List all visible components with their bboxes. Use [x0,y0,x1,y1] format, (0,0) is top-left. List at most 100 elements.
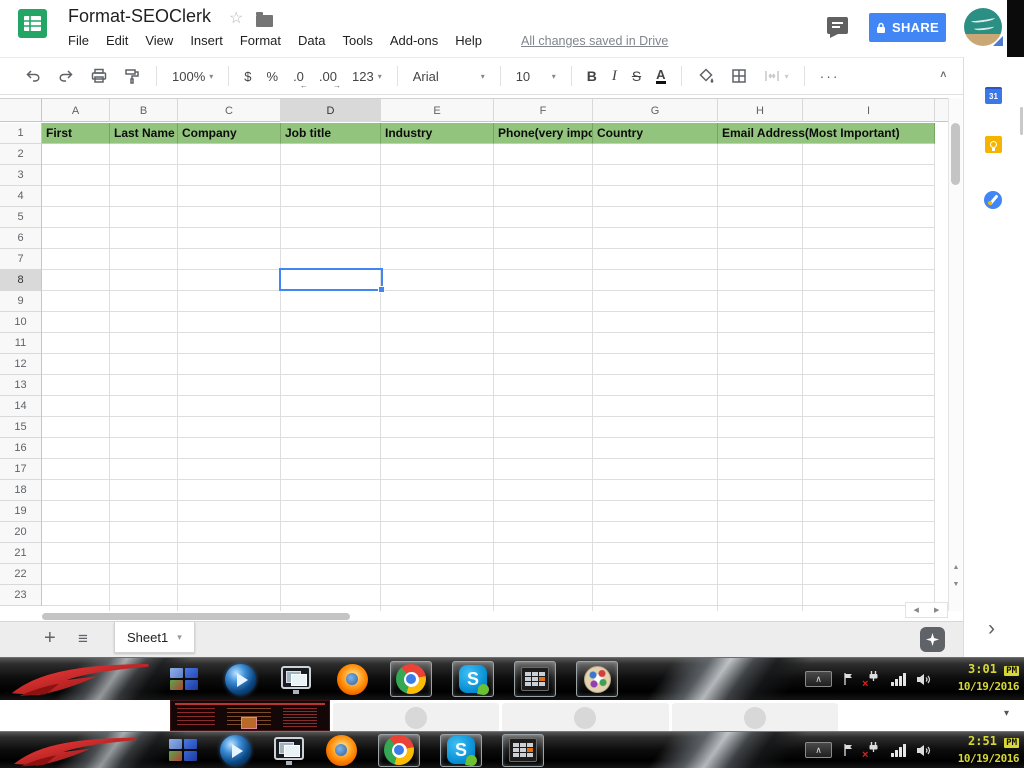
calendar-icon[interactable]: 31 [985,87,1002,104]
saved-status-link[interactable]: All changes saved in Drive [521,34,668,48]
menu-insert[interactable]: Insert [190,33,223,48]
chrome-taskbar-icon[interactable] [390,661,432,697]
calculator-taskbar-icon[interactable] [514,661,556,697]
row-header-10[interactable]: 10 [0,312,41,333]
scroll-right-button[interactable]: ▶ [927,603,948,617]
italic-button[interactable]: I [612,68,617,85]
signal-strength-icon[interactable] [891,673,906,686]
sidebar-scrollbar[interactable] [1020,107,1023,135]
header-cell-G[interactable]: Country [593,123,718,144]
row-header-7[interactable]: 7 [0,249,41,270]
contact-card[interactable] [672,703,838,731]
document-title[interactable]: Format-SEOClerk [68,6,211,27]
action-center-flag-icon[interactable] [842,743,855,757]
displays-taskbar-icon[interactable] [278,661,314,697]
menu-edit[interactable]: Edit [106,33,128,48]
font-size-select[interactable]: 10▾ [516,69,556,84]
undo-button[interactable] [24,67,42,85]
paint-format-button[interactable] [123,67,141,85]
font-family-select[interactable]: Arial▾ [413,69,485,84]
firefox-taskbar-icon[interactable] [325,734,358,767]
collapse-toolbar-button[interactable]: ∧ [939,68,948,79]
redo-button[interactable] [57,67,75,85]
start-taskbar-icon[interactable] [166,661,202,697]
keep-icon[interactable] [985,136,1002,153]
row-header-14[interactable]: 14 [0,396,41,417]
menu-addons[interactable]: Add-ons [390,33,438,48]
row-header-1[interactable]: 1 [0,123,41,144]
skype-taskbar-icon[interactable]: S [440,734,482,767]
column-header-F[interactable]: F [494,99,593,122]
volume-icon[interactable] [916,744,932,757]
strip-dropdown-icon[interactable]: ▾ [1004,708,1009,719]
horizontal-scrollbar[interactable] [0,611,948,621]
palette-taskbar-icon[interactable] [576,661,618,697]
row-header-15[interactable]: 15 [0,417,41,438]
column-header-C[interactable]: C [178,99,281,122]
merge-cells-button[interactable]: ▾ [763,67,789,85]
scroll-left-button[interactable]: ◀ [906,603,927,617]
tray-expand-button[interactable]: ∧ [805,742,832,758]
scroll-up-button[interactable]: ▲ [949,560,963,575]
row-header-17[interactable]: 17 [0,459,41,480]
tray-expand-button[interactable]: ∧ [805,671,832,687]
tasks-icon[interactable] [984,191,1002,209]
header-cell-A[interactable]: First [42,123,110,144]
vertical-scrollbar[interactable]: ▲ ▼ [948,98,962,611]
borders-button[interactable] [730,67,748,85]
number-format-button[interactable]: 123▾ [352,69,382,84]
header-cell-F[interactable]: Phone(very important) [494,123,593,144]
fill-color-button[interactable] [697,67,715,85]
menu-data[interactable]: Data [298,33,325,48]
row-header-6[interactable]: 6 [0,228,41,249]
text-color-button[interactable]: A [656,68,665,84]
row-header-20[interactable]: 20 [0,522,41,543]
column-header-H[interactable]: H [718,99,803,122]
row-header-12[interactable]: 12 [0,354,41,375]
row-header-5[interactable]: 5 [0,207,41,228]
share-button[interactable]: SHARE [869,13,946,42]
header-cell-C[interactable]: Company [178,123,281,144]
row-header-11[interactable]: 11 [0,333,41,354]
network-disconnected-icon[interactable]: × [865,741,881,759]
row-header-22[interactable]: 22 [0,564,41,585]
network-disconnected-icon[interactable]: × [865,670,881,688]
calculator-taskbar-icon[interactable] [502,734,544,767]
column-header-B[interactable]: B [110,99,178,122]
folder-icon[interactable] [256,15,273,27]
column-header-I[interactable]: I [803,99,935,122]
column-header-G[interactable]: G [593,99,718,122]
print-button[interactable] [90,67,108,85]
spreadsheet-grid[interactable]: FirstLast NameCompanyJob titleIndustryPh… [42,123,935,611]
browser-window-thumbnail[interactable] [170,700,330,731]
decrease-decimals-button[interactable]: .0← [293,69,304,84]
horizontal-scroll-thumb[interactable] [42,613,350,620]
menu-tools[interactable]: Tools [342,33,372,48]
row-header-18[interactable]: 18 [0,480,41,501]
increase-decimals-button[interactable]: .00→ [319,69,337,84]
all-sheets-button[interactable]: ≡ [78,629,88,649]
comments-icon[interactable] [827,17,848,34]
contact-card[interactable] [333,703,499,731]
row-header-13[interactable]: 13 [0,375,41,396]
header-cell-E[interactable]: Industry [381,123,494,144]
media-player-taskbar-icon[interactable] [222,661,258,697]
format-currency-button[interactable]: $ [244,69,251,84]
strikethrough-button[interactable]: S [632,68,641,84]
header-cell-D[interactable]: Job title [281,123,381,144]
column-header-D[interactable]: D [281,99,381,122]
more-options-button[interactable]: ··· [820,68,840,84]
explore-button[interactable] [920,627,945,652]
chrome-taskbar-icon[interactable] [378,734,420,767]
row-header-9[interactable]: 9 [0,291,41,312]
format-percent-button[interactable]: % [267,69,279,84]
tab-sheet1[interactable]: Sheet1 ▾ [114,622,195,653]
firefox-taskbar-icon[interactable] [334,661,370,697]
row-header-4[interactable]: 4 [0,186,41,207]
menu-help[interactable]: Help [455,33,482,48]
row-header-16[interactable]: 16 [0,438,41,459]
add-sheet-button[interactable]: + [44,627,56,650]
sheet-tab-menu-icon[interactable]: ▾ [177,632,182,643]
row-header-8[interactable]: 8 [0,270,41,291]
skype-taskbar-icon[interactable]: S [452,661,494,697]
